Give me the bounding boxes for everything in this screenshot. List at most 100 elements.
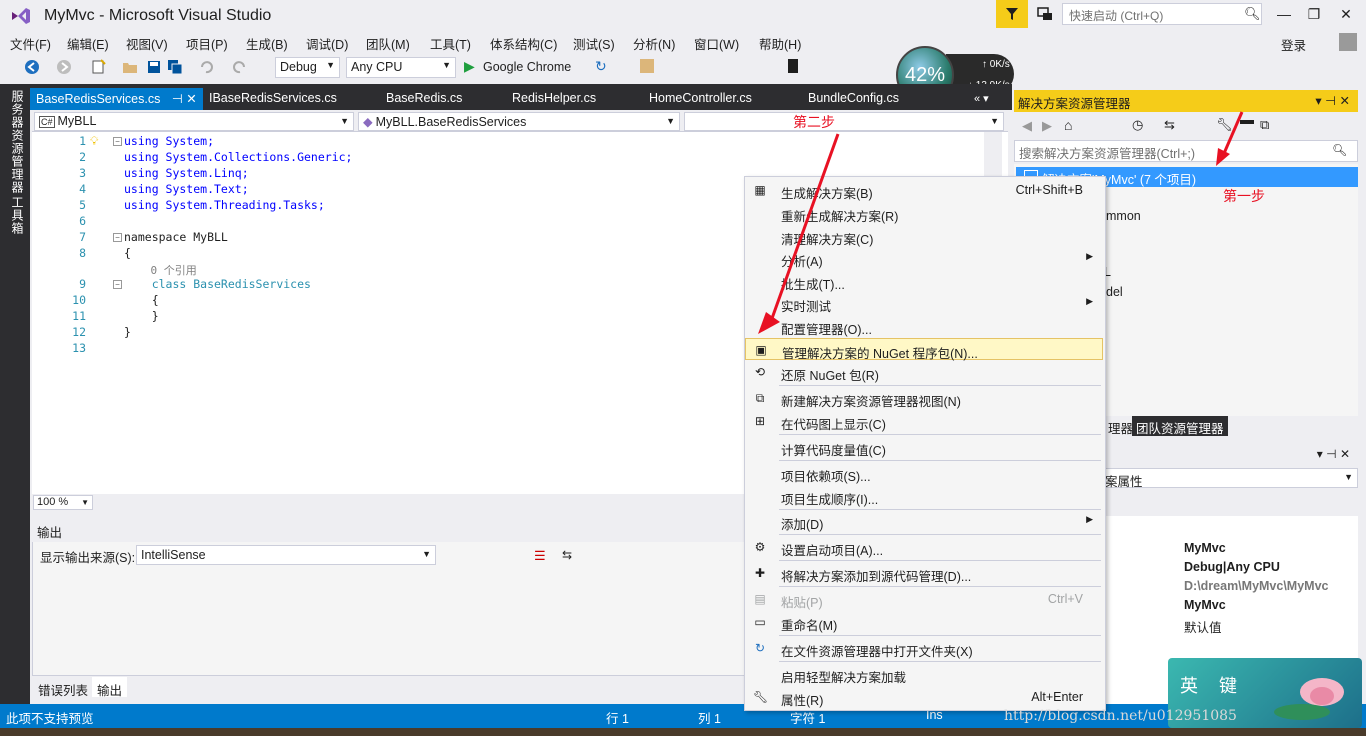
code-line[interactable]: class BaseRedisServices xyxy=(124,277,311,291)
notification-filter-button[interactable] xyxy=(996,0,1028,28)
zoom-select[interactable]: 100 % ▼ xyxy=(33,495,93,510)
platform-select[interactable]: Any CPU ▼ xyxy=(346,57,456,78)
back-icon[interactable]: ◀ xyxy=(1022,118,1032,134)
code-line[interactable]: using System; xyxy=(124,134,214,148)
tab-redishelper[interactable]: RedisHelper.cs xyxy=(506,88,602,110)
menu-view[interactable]: 视图(V) xyxy=(126,34,168,53)
menu-architecture[interactable]: 体系结构(C) xyxy=(490,34,557,53)
menu-item-properties[interactable]: 🔧︎ 属性(R) Alt+Enter xyxy=(745,686,1103,708)
home-icon[interactable]: ⌂ xyxy=(1064,117,1072,133)
clear-all-icon[interactable]: ☰ xyxy=(534,548,546,564)
code-line[interactable]: } xyxy=(124,309,159,323)
toolbox-tab[interactable]: 工具箱 xyxy=(9,196,26,235)
panel-controls[interactable]: ▾ ⊣ ✕ xyxy=(1315,93,1350,108)
run-target-button[interactable]: Google Chrome xyxy=(483,60,571,74)
collapse-icon[interactable]: − xyxy=(113,233,122,242)
open-file-icon[interactable] xyxy=(122,59,138,75)
code-line[interactable]: } xyxy=(124,325,131,339)
save-icon[interactable] xyxy=(146,59,162,75)
menu-item-project-dependencies[interactable]: 项目依赖项(S)... xyxy=(745,462,1103,484)
close-button[interactable]: ✕ xyxy=(1332,2,1360,26)
tab-bundleconfig[interactable]: BundleConfig.cs xyxy=(802,88,905,110)
code-line[interactable]: { xyxy=(124,293,159,307)
history-icon[interactable]: ◷ xyxy=(1132,117,1143,133)
menu-edit[interactable]: 编辑(E) xyxy=(67,34,109,53)
menu-item-restore-nuget[interactable]: ⟲ 还原 NuGet 包(R) xyxy=(745,361,1103,383)
sign-in-link[interactable]: 登录 xyxy=(1281,35,1306,54)
code-line[interactable]: using System.Collections.Generic; xyxy=(124,150,352,164)
menu-item-show-on-code-map[interactable]: ⊞ 在代码图上显示(C) xyxy=(745,410,1103,432)
configuration-select[interactable]: Debug ▼ xyxy=(275,57,340,78)
solution-explorer-search[interactable]: 搜索解决方案资源管理器(Ctrl+;) xyxy=(1014,140,1358,162)
server-explorer-tab[interactable]: 服务器资源管理器 xyxy=(9,90,26,194)
tab-team-explorer[interactable]: 团队资源管理器 xyxy=(1132,416,1228,436)
collapse-icon[interactable]: − xyxy=(113,137,122,146)
property-value[interactable]: D:\dream\MyMvc\MyMvc xyxy=(1184,579,1329,593)
property-value[interactable]: 默认值 xyxy=(1184,617,1222,636)
undo-icon[interactable] xyxy=(198,59,214,75)
avatar[interactable] xyxy=(1339,33,1357,51)
menu-test[interactable]: 测试(S) xyxy=(573,34,615,53)
menu-file[interactable]: 文件(F) xyxy=(10,34,51,53)
save-all-icon[interactable] xyxy=(167,59,183,75)
collapse-icon[interactable]: − xyxy=(113,280,122,289)
tab-overflow-icon[interactable]: « ▾ xyxy=(974,92,989,105)
menu-item-add[interactable]: 添加(D) ▶ xyxy=(745,510,1103,532)
menu-project[interactable]: 项目(P) xyxy=(186,34,228,53)
lightbulb-icon[interactable]: 💡︎ xyxy=(90,134,98,149)
bookmark-icon[interactable] xyxy=(788,59,798,73)
redo-icon[interactable] xyxy=(232,59,248,75)
tab-ibaseredisservices[interactable]: IBaseRedisServices.cs xyxy=(203,88,343,110)
tree-item[interactable]: del xyxy=(1106,285,1123,299)
sync-icon[interactable]: ⇆ xyxy=(1164,117,1175,133)
tree-item[interactable]: mmon xyxy=(1106,209,1141,223)
property-value[interactable]: MyMvc xyxy=(1184,598,1226,612)
minimize-button[interactable]: — xyxy=(1270,2,1298,26)
menu-window[interactable]: 窗口(W) xyxy=(694,34,739,53)
output-source-select[interactable]: IntelliSense ▼ xyxy=(136,545,436,565)
tab-error-list[interactable]: 错误列表 xyxy=(33,677,94,698)
pin-icon[interactable]: ⊣ xyxy=(172,92,183,106)
menu-item-lightweight-load[interactable]: 启用轻型解决方案加载 xyxy=(745,663,1103,685)
menu-item-open-folder[interactable]: ↻ 在文件资源管理器中打开文件夹(X) xyxy=(745,637,1103,659)
code-line[interactable]: using System.Text; xyxy=(124,182,249,196)
menu-debug[interactable]: 调试(D) xyxy=(306,34,348,53)
menu-item-code-metrics[interactable]: 计算代码度量值(C) xyxy=(745,436,1103,458)
forward-icon[interactable] xyxy=(56,59,72,75)
quick-launch-input[interactable]: 快速启动 (Ctrl+Q) xyxy=(1062,3,1262,25)
tab-output[interactable]: 输出 xyxy=(92,677,128,698)
properties-object-select[interactable]: 案属性 ▼ xyxy=(1100,468,1358,489)
codelens-references[interactable]: 0 个引用 xyxy=(124,262,196,278)
maximize-button[interactable]: ❐ xyxy=(1300,2,1328,26)
menu-item-add-source-control[interactable]: ✚ 将解决方案添加到源代码管理(D)... xyxy=(745,562,1103,584)
menu-item-manage-nuget[interactable]: ▣ 管理解决方案的 NuGet 程序包(N)... xyxy=(745,338,1103,361)
tab-baseredis[interactable]: BaseRedis.cs xyxy=(380,88,468,110)
code-line[interactable]: namespace MyBLL xyxy=(124,230,228,244)
property-value[interactable]: Debug|Any CPU xyxy=(1184,560,1280,574)
back-icon[interactable] xyxy=(24,59,40,75)
new-project-icon[interactable] xyxy=(90,59,106,75)
type-dropdown[interactable]: ◆ MyBLL.BaseRedisServices ▼ xyxy=(358,112,680,131)
forward-icon[interactable]: ▶ xyxy=(1042,118,1052,134)
menu-analyze[interactable]: 分析(N) xyxy=(633,34,675,53)
tab-baseredisservices[interactable]: BaseRedisServices.cs ⊣ ✕ xyxy=(30,88,203,110)
panel-controls[interactable]: ▾ ⊣ ✕ xyxy=(1317,447,1350,461)
code-line[interactable]: using System.Linq; xyxy=(124,166,249,180)
code-line[interactable]: using System.Threading.Tasks; xyxy=(124,198,325,212)
start-debug-icon[interactable]: ▶ xyxy=(464,58,475,75)
menu-item-build-order[interactable]: 项目生成顺序(I)... xyxy=(745,485,1103,507)
menu-tools[interactable]: 工具(T) xyxy=(430,34,471,53)
class-view-icon[interactable]: ⧉ xyxy=(1260,117,1269,133)
tab-homecontroller[interactable]: HomeController.cs xyxy=(643,88,758,110)
refresh-icon[interactable]: ↻ xyxy=(595,58,607,75)
browser-link-icon[interactable] xyxy=(640,59,654,73)
project-dropdown[interactable]: C# MyBLL ▼ xyxy=(34,112,354,131)
feedback-icon[interactable] xyxy=(1036,5,1054,23)
word-wrap-icon[interactable]: ⇆ xyxy=(562,548,572,562)
menu-build[interactable]: 生成(B) xyxy=(246,34,288,53)
code-line[interactable]: { xyxy=(124,246,131,260)
menu-item-new-view[interactable]: ⧉ 新建解决方案资源管理器视图(N) xyxy=(745,387,1103,409)
menu-item-set-startup[interactable]: ⚙ 设置启动项目(A)... xyxy=(745,536,1103,558)
menu-item-rename[interactable]: ▭ 重命名(M) xyxy=(745,611,1103,633)
property-value[interactable]: MyMvc xyxy=(1184,541,1226,555)
